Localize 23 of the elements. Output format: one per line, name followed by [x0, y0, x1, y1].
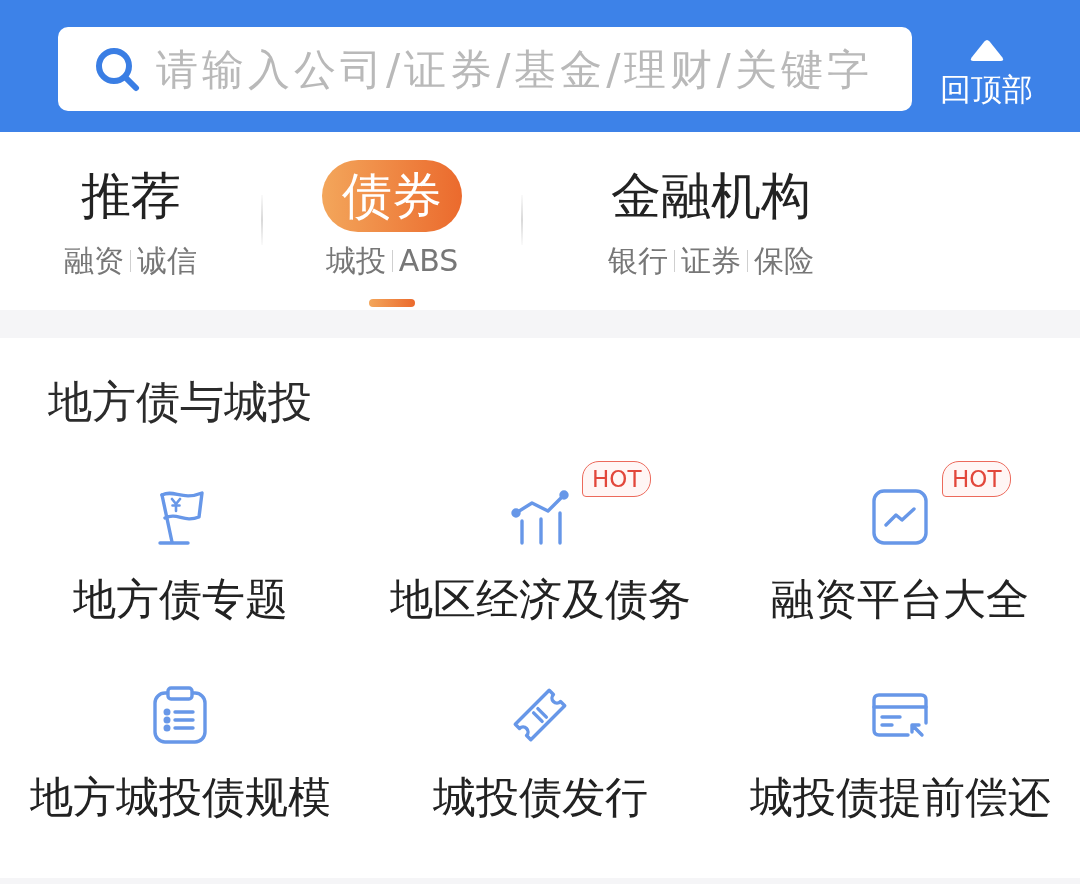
- menu-item[interactable]: 地方债专题: [72, 487, 288, 629]
- bar-chart-icon: [510, 487, 570, 547]
- tab-sublabel: 保险: [754, 242, 814, 280]
- section-title: 地方债与城投: [48, 375, 312, 429]
- tab-sublabel: 诚信: [137, 242, 197, 280]
- menu-item[interactable]: 城投债提前偿还: [749, 685, 1051, 827]
- search-icon: [94, 46, 140, 92]
- menu-item[interactable]: 地方城投债规模: [29, 685, 331, 827]
- tab-sublabel: 融资: [64, 242, 124, 280]
- line-chart-icon: [870, 487, 930, 547]
- up-triangle-icon: [969, 39, 1004, 63]
- tab-sublabel: ABS: [398, 242, 459, 280]
- tab[interactable]: 推荐: [60, 160, 201, 232]
- tab-sublabel: 银行: [608, 242, 668, 280]
- clipboard-list-icon: [150, 685, 210, 745]
- tab-sublabel: 证券: [681, 242, 741, 280]
- menu-item[interactable]: 城投债发行: [432, 685, 648, 827]
- hot-badge: HOT: [582, 461, 652, 497]
- tab-sublabel: 城投: [325, 242, 386, 280]
- tab[interactable]: 金融机构: [591, 160, 831, 232]
- search-field[interactable]: 请输入公司/证券/基金/理财/关键字: [58, 27, 912, 111]
- hot-badge: HOT: [942, 461, 1012, 497]
- back-to-top-button[interactable]: 回顶部: [940, 39, 1033, 109]
